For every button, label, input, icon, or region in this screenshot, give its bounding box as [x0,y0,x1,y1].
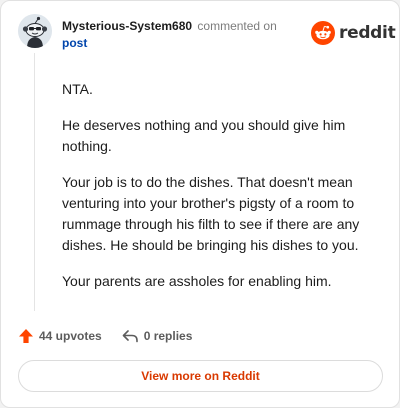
upvotes-count: 44 upvotes [39,329,102,343]
user-avatar[interactable] [18,14,52,48]
comment-paragraph: Your job is to do the dishes. That doesn… [62,174,360,253]
comment-paragraph: He deserves nothing and you should give … [62,117,346,154]
comment-paragraph: Your parents are assholes for enabling h… [62,273,332,289]
reddit-logo[interactable]: reddit [311,21,396,45]
thread-line [34,53,35,311]
upvote-arrow-icon [19,329,33,343]
replies-count: 0 replies [143,329,193,343]
username[interactable]: Mysterious-System680 [62,19,192,33]
reddit-snoo-icon [311,21,335,45]
post-link[interactable]: post [62,35,302,52]
reply-arrow-icon [122,330,138,343]
replies-button[interactable]: 0 replies [122,329,193,343]
comment-paragraph: NTA. [62,81,93,97]
reddit-comment-embed: Mysterious-System680 commented on post r… [0,0,400,408]
comment-actions: 44 upvotes 0 replies [18,327,192,345]
reddit-wordmark: reddit [339,23,396,43]
snoo-avatar-icon [18,14,52,48]
comment-header: Mysterious-System680 commented on post [62,18,302,52]
view-more-button[interactable]: View more on Reddit [18,360,383,392]
commented-on-text: commented on [197,19,277,33]
upvotes-button[interactable]: 44 upvotes [18,328,102,344]
comment-body: NTA. He deserves nothing and you should … [62,79,382,307]
